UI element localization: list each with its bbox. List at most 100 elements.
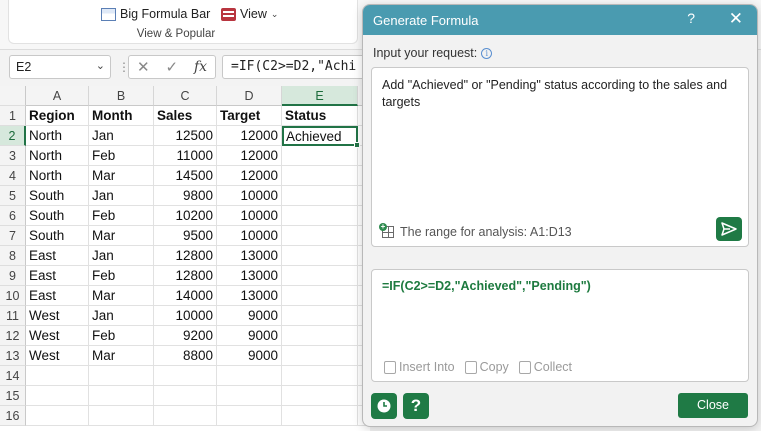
cell-a6[interactable]: South bbox=[26, 206, 89, 226]
formula-result[interactable]: =IF(C2>=D2,"Achieved","Pending") Insert … bbox=[371, 269, 749, 382]
cancel-icon[interactable]: ✕ bbox=[137, 58, 150, 76]
cell-c10[interactable]: 14000 bbox=[154, 286, 217, 306]
request-input[interactable]: Add "Achieved" or "Pending" status accor… bbox=[371, 67, 749, 247]
cell-d12[interactable]: 9000 bbox=[217, 326, 282, 346]
cell-c5[interactable]: 9800 bbox=[154, 186, 217, 206]
name-box[interactable]: E2 ⌄ bbox=[9, 55, 111, 79]
cell-c7[interactable]: 9500 bbox=[154, 226, 217, 246]
cell-a8[interactable]: East bbox=[26, 246, 89, 266]
help-button[interactable]: ? bbox=[403, 393, 429, 419]
column-header-d[interactable]: D bbox=[217, 86, 282, 106]
cell-e8[interactable] bbox=[282, 246, 358, 266]
cell-a13[interactable]: West bbox=[26, 346, 89, 366]
cell-b7[interactable]: Mar bbox=[89, 226, 154, 246]
cell-c4[interactable]: 14500 bbox=[154, 166, 217, 186]
row-header-7[interactable]: 7 bbox=[0, 226, 26, 246]
cell-d4[interactable]: 12000 bbox=[217, 166, 282, 186]
cell-e14[interactable] bbox=[282, 366, 358, 386]
range-grid-icon[interactable]: + bbox=[379, 223, 395, 239]
cell-d2[interactable]: 12000 bbox=[217, 126, 282, 146]
row-header-8[interactable]: 8 bbox=[0, 246, 26, 266]
cell-a5[interactable]: South bbox=[26, 186, 89, 206]
cell-e11[interactable] bbox=[282, 306, 358, 326]
cell-d14[interactable] bbox=[217, 366, 282, 386]
row-header-11[interactable]: 11 bbox=[0, 306, 26, 326]
cell-b14[interactable] bbox=[89, 366, 154, 386]
cell-e13[interactable] bbox=[282, 346, 358, 366]
cell-c12[interactable]: 9200 bbox=[154, 326, 217, 346]
cell-b6[interactable]: Feb bbox=[89, 206, 154, 226]
cell-e5[interactable] bbox=[282, 186, 358, 206]
cell-d8[interactable]: 13000 bbox=[217, 246, 282, 266]
close-icon[interactable]: ✕ bbox=[729, 9, 743, 29]
row-header-16[interactable]: 16 bbox=[0, 406, 26, 426]
cell-c1[interactable]: Sales bbox=[154, 106, 217, 126]
cell-c2[interactable]: 12500 bbox=[154, 126, 217, 146]
row-header-14[interactable]: 14 bbox=[0, 366, 26, 386]
copy-button[interactable]: Copy bbox=[464, 360, 509, 374]
view-dropdown-button[interactable]: View ⌄ bbox=[221, 5, 278, 23]
cell-e16[interactable] bbox=[282, 406, 358, 426]
column-header-e[interactable]: E bbox=[282, 86, 358, 106]
cell-e3[interactable] bbox=[282, 146, 358, 166]
cell-e9[interactable] bbox=[282, 266, 358, 286]
cell-b5[interactable]: Jan bbox=[89, 186, 154, 206]
cell-a7[interactable]: South bbox=[26, 226, 89, 246]
cell-a10[interactable]: East bbox=[26, 286, 89, 306]
cell-c14[interactable] bbox=[154, 366, 217, 386]
cell-d13[interactable]: 9000 bbox=[217, 346, 282, 366]
info-icon[interactable]: i bbox=[481, 47, 493, 59]
cell-e4[interactable] bbox=[282, 166, 358, 186]
cell-a15[interactable] bbox=[26, 386, 89, 406]
analysis-range[interactable]: + The range for analysis: A1:D13 bbox=[379, 223, 572, 239]
cell-c15[interactable] bbox=[154, 386, 217, 406]
cell-a3[interactable]: North bbox=[26, 146, 89, 166]
cell-c8[interactable]: 12800 bbox=[154, 246, 217, 266]
cell-d16[interactable] bbox=[217, 406, 282, 426]
row-header-13[interactable]: 13 bbox=[0, 346, 26, 366]
cell-e15[interactable] bbox=[282, 386, 358, 406]
column-header-c[interactable]: C bbox=[154, 86, 217, 106]
cell-c16[interactable] bbox=[154, 406, 217, 426]
cell-a4[interactable]: North bbox=[26, 166, 89, 186]
cell-d6[interactable]: 10000 bbox=[217, 206, 282, 226]
cell-b4[interactable]: Mar bbox=[89, 166, 154, 186]
generated-formula[interactable]: =IF(C2>=D2,"Achieved","Pending") bbox=[382, 279, 591, 293]
collect-button[interactable]: Collect bbox=[518, 360, 572, 374]
confirm-icon[interactable]: ✓ bbox=[165, 58, 178, 76]
row-header-12[interactable]: 12 bbox=[0, 326, 26, 346]
cell-a2[interactable]: North bbox=[26, 126, 89, 146]
row-header-1[interactable]: 1 bbox=[0, 106, 26, 126]
cell-d9[interactable]: 13000 bbox=[217, 266, 282, 286]
cell-d11[interactable]: 9000 bbox=[217, 306, 282, 326]
cell-b3[interactable]: Feb bbox=[89, 146, 154, 166]
spreadsheet-grid[interactable]: A B C D E 1 2 3 4 5 6 7 8 9 10 11 12 13 14 15 16 Region Month S… bbox=[0, 86, 370, 431]
cell-b16[interactable] bbox=[89, 406, 154, 426]
cell-b12[interactable]: Feb bbox=[89, 326, 154, 346]
row-header-3[interactable]: 3 bbox=[0, 146, 26, 166]
cell-d1[interactable]: Target bbox=[217, 106, 282, 126]
cell-b10[interactable]: Mar bbox=[89, 286, 154, 306]
fill-handle[interactable] bbox=[354, 142, 360, 148]
cell-c3[interactable]: 11000 bbox=[154, 146, 217, 166]
cell-e1[interactable]: Status bbox=[282, 106, 358, 126]
column-header-b[interactable]: B bbox=[89, 86, 154, 106]
cell-a1[interactable]: Region bbox=[26, 106, 89, 126]
cell-b11[interactable]: Jan bbox=[89, 306, 154, 326]
row-header-15[interactable]: 15 bbox=[0, 386, 26, 406]
cell-a16[interactable] bbox=[26, 406, 89, 426]
cell-b13[interactable]: Mar bbox=[89, 346, 154, 366]
cell-e2[interactable]: Achieved bbox=[282, 126, 358, 146]
cell-c6[interactable]: 10200 bbox=[154, 206, 217, 226]
insert-function-icon[interactable]: fx bbox=[194, 59, 207, 75]
cell-b15[interactable] bbox=[89, 386, 154, 406]
help-icon[interactable]: ? bbox=[687, 10, 695, 26]
row-header-2[interactable]: 2 bbox=[0, 126, 26, 146]
formula-input[interactable]: =IF(C2>=D2,"Achi bbox=[222, 55, 370, 79]
cell-a11[interactable]: West bbox=[26, 306, 89, 326]
row-header-9[interactable]: 9 bbox=[0, 266, 26, 286]
request-text[interactable]: Add "Achieved" or "Pending" status accor… bbox=[382, 77, 740, 111]
cell-b9[interactable]: Feb bbox=[89, 266, 154, 286]
cell-a12[interactable]: West bbox=[26, 326, 89, 346]
cell-c11[interactable]: 10000 bbox=[154, 306, 217, 326]
